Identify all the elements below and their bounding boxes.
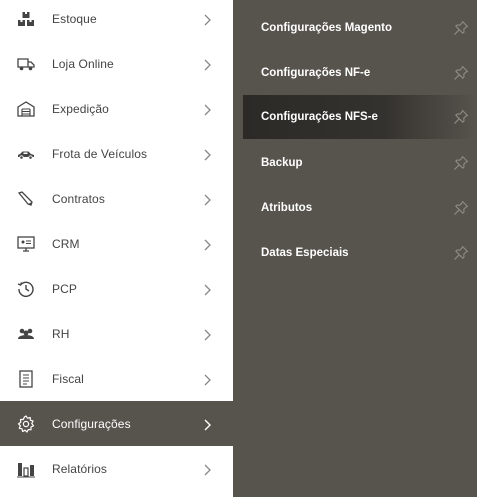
- submenu-item-datas-especiais[interactable]: Datas Especiais: [243, 231, 477, 275]
- clock-icon: [17, 280, 35, 298]
- submenu-item-backup[interactable]: Backup: [243, 141, 477, 185]
- chevron-right-icon: [202, 148, 212, 160]
- chevron-right-icon: [202, 463, 212, 475]
- document-icon: [17, 369, 35, 388]
- menu-item-label: Frota de Veículos: [52, 146, 148, 161]
- submenu-item-label: Configurações NF-e: [261, 67, 371, 79]
- main-menu: Estoque Loja Online Expedição Frota de V…: [0, 0, 233, 497]
- chevron-right-icon: [202, 283, 212, 295]
- submenu-item-configuracoes-magento[interactable]: Configurações Magento: [243, 6, 477, 50]
- chevron-right-icon: [202, 418, 212, 430]
- chevron-right-icon: [202, 328, 212, 340]
- menu-item-label: RH: [52, 326, 70, 341]
- menu-item-configuracoes[interactable]: Configurações: [0, 401, 233, 446]
- submenu-item-label: Configurações NFS-e: [261, 111, 378, 123]
- menu-item-relatorios[interactable]: Relatórios: [0, 446, 233, 491]
- menu-item-expedicao[interactable]: Expedição: [0, 86, 233, 131]
- menu-item-label: Loja Online: [52, 56, 114, 71]
- menu-item-loja-online[interactable]: Loja Online: [0, 41, 233, 86]
- submenu-item-label: Backup: [261, 157, 303, 169]
- chevron-right-icon: [202, 13, 212, 25]
- menu-item-label: Configurações: [52, 416, 131, 431]
- chevron-right-icon: [202, 373, 212, 385]
- pin-icon[interactable]: [453, 245, 469, 261]
- chevron-right-icon: [202, 103, 212, 115]
- menu-item-label: Contratos: [52, 191, 105, 206]
- pin-icon[interactable]: [453, 20, 469, 36]
- submenu-panel: Configurações Magento Configurações NF-e…: [233, 0, 477, 497]
- submenu-item-configuracoes-nf-e[interactable]: Configurações NF-e: [243, 51, 477, 95]
- car-icon: [17, 145, 35, 163]
- submenu-item-label: Configurações Magento: [261, 22, 392, 34]
- pen-icon: [17, 190, 35, 208]
- menu-item-contratos[interactable]: Contratos: [0, 176, 233, 221]
- chevron-right-icon: [202, 193, 212, 205]
- submenu-item-label: Atributos: [261, 202, 313, 214]
- pin-icon[interactable]: [453, 109, 469, 125]
- menu-item-estoque[interactable]: Estoque: [0, 0, 233, 41]
- pin-icon[interactable]: [453, 200, 469, 216]
- menu-item-label: Fiscal: [52, 371, 84, 386]
- users-icon: [17, 325, 35, 343]
- menu-item-rh[interactable]: RH: [0, 311, 233, 356]
- submenu-item-configuracoes-nfs-e[interactable]: Configurações NFS-e: [243, 95, 477, 139]
- submenu-item-label: Datas Especiais: [261, 247, 349, 259]
- menu-item-fiscal[interactable]: Fiscal: [0, 356, 233, 401]
- monitor-icon: [17, 235, 35, 253]
- menu-item-crm[interactable]: CRM: [0, 221, 233, 266]
- chevron-right-icon: [202, 58, 212, 70]
- bar-chart-icon: [17, 460, 35, 478]
- menu-item-label: Relatórios: [52, 461, 108, 476]
- menu-item-label: CRM: [52, 236, 80, 251]
- pin-icon[interactable]: [453, 155, 469, 171]
- boxes-icon: [17, 10, 35, 28]
- submenu-item-atributos[interactable]: Atributos: [243, 186, 477, 230]
- menu-item-pcp[interactable]: PCP: [0, 266, 233, 311]
- menu-item-label: Expedição: [52, 101, 109, 116]
- warehouse-icon: [17, 100, 35, 118]
- menu-item-label: PCP: [52, 281, 77, 296]
- pin-icon[interactable]: [453, 65, 469, 81]
- chevron-right-icon: [202, 238, 212, 250]
- truck-icon: [17, 55, 35, 73]
- menu-item-label: Estoque: [52, 11, 97, 26]
- menu-item-frota-de-veiculos[interactable]: Frota de Veículos: [0, 131, 233, 176]
- gear-icon: [17, 414, 35, 433]
